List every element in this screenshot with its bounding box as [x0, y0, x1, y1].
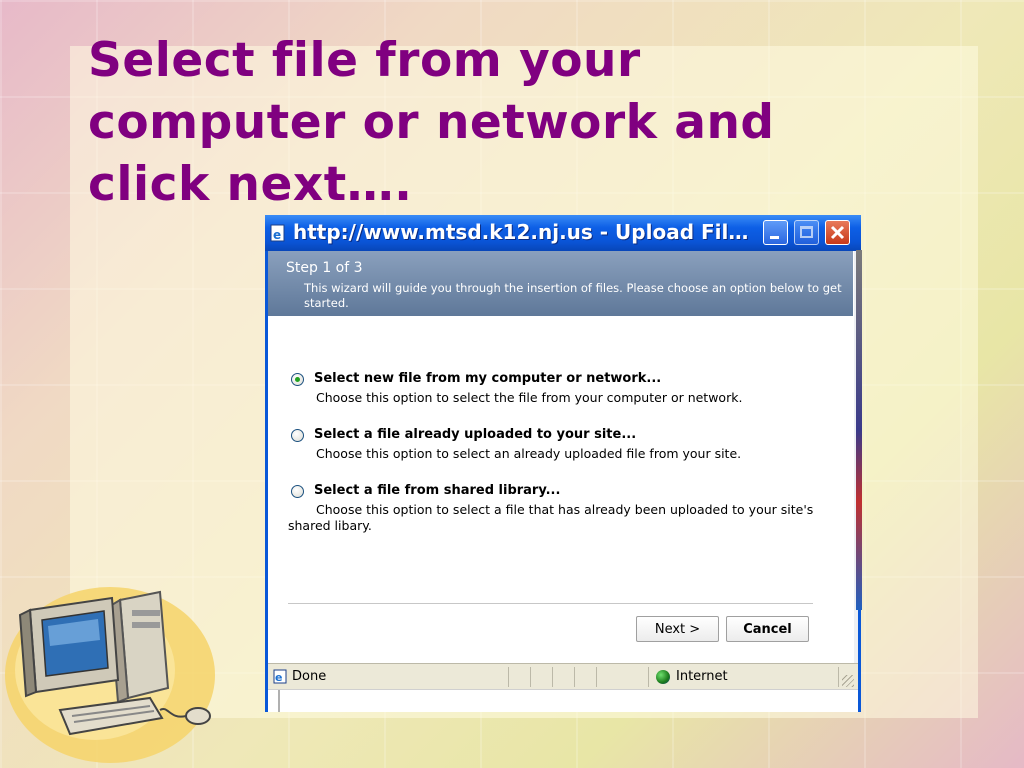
underlying-page-edge: [268, 689, 858, 712]
status-divider: [596, 667, 597, 687]
resize-grip-icon[interactable]: [842, 675, 854, 687]
radio-new-file[interactable]: [291, 373, 304, 386]
next-button[interactable]: Next >: [636, 616, 719, 642]
window-client-area: Step 1 of 3 This wizard will guide you t…: [268, 251, 858, 712]
maximize-icon[interactable]: [794, 220, 819, 245]
status-divider: [530, 667, 531, 687]
button-separator: [288, 603, 813, 604]
wizard-header: Step 1 of 3 This wizard will guide you t…: [268, 251, 853, 316]
window-title: http://www.mtsd.k12.nj.us - Upload Fil…: [293, 220, 749, 244]
option-description: Choose this option to select a file that…: [288, 502, 814, 533]
internet-globe-icon: [656, 670, 670, 684]
computer-clipart: [5, 587, 215, 763]
minimize-icon[interactable]: [763, 220, 788, 245]
radio-shared-library[interactable]: [291, 485, 304, 498]
option-description: Choose this option to select an already …: [316, 446, 742, 461]
wizard-description: This wizard will guide you through the i…: [304, 281, 842, 310]
wizard-step-title: Step 1 of 3: [286, 260, 363, 276]
radio-uploaded-file[interactable]: [291, 429, 304, 442]
ie-page-icon: e: [273, 669, 287, 684]
option-label[interactable]: Select new file from my computer or netw…: [314, 371, 661, 386]
close-x-glyph: [830, 225, 845, 240]
svg-text:e: e: [273, 228, 281, 242]
status-bar: e Done Internet: [268, 663, 858, 690]
slide-title: Select file from your computer or networ…: [88, 33, 775, 212]
status-divider: [838, 667, 839, 687]
svg-text:e: e: [275, 671, 282, 684]
security-zone-text: Internet: [676, 669, 728, 684]
ie-page-icon: e: [270, 224, 285, 242]
status-divider: [552, 667, 553, 687]
status-divider: [574, 667, 575, 687]
option-description: Choose this option to select the file fr…: [316, 390, 743, 405]
close-icon[interactable]: [825, 220, 850, 245]
cancel-button[interactable]: Cancel: [726, 616, 809, 642]
status-text: Done: [292, 669, 327, 684]
background-page-edge: [856, 250, 862, 610]
window-titlebar[interactable]: e http://www.mtsd.k12.nj.us - Upload Fil…: [265, 215, 861, 251]
upload-file-window: e http://www.mtsd.k12.nj.us - Upload Fil…: [265, 215, 861, 712]
status-divider: [648, 667, 649, 687]
option-label[interactable]: Select a file already uploaded to your s…: [314, 427, 636, 442]
option-label[interactable]: Select a file from shared library...: [314, 483, 560, 498]
status-divider: [508, 667, 509, 687]
